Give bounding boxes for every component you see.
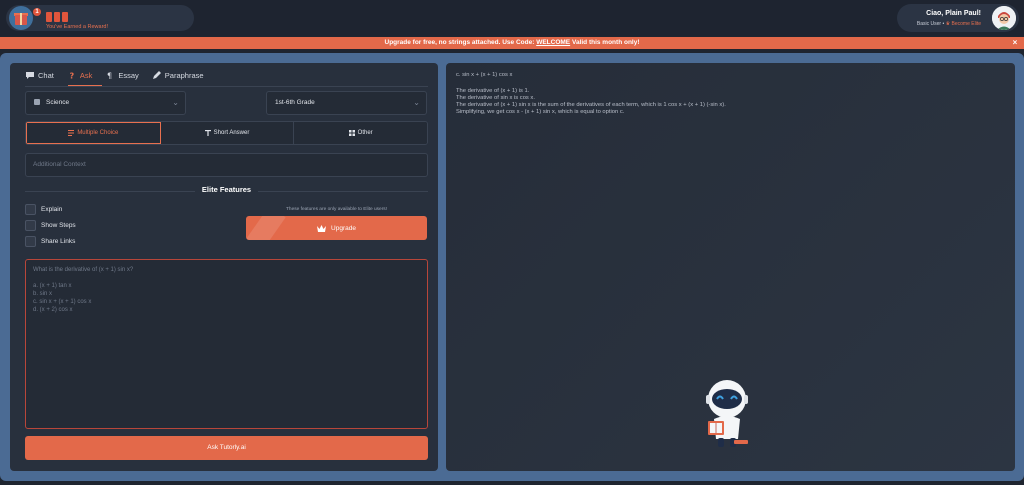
reward-message: You've Earned a Reward! [46, 24, 108, 30]
question-type-short-answer[interactable]: Short Answer [160, 122, 295, 144]
robot-mascot-icon [706, 380, 748, 447]
grid-icon [348, 130, 355, 136]
answer-line: The derivative of (x + 1) is 1. [456, 88, 530, 94]
user-plan: Basic User • ♛ Become Elite [917, 21, 981, 27]
chevron-down-icon: ⌄ [413, 98, 420, 107]
crown-icon: ♛ [945, 21, 951, 27]
answer-line: The derivative of sin x is cos x. [456, 95, 535, 101]
checkbox[interactable] [25, 203, 36, 215]
checkbox[interactable] [25, 219, 36, 231]
tab-paraphrase[interactable]: Paraphrase [152, 68, 204, 82]
plan-label: Basic User [916, 21, 942, 27]
question-icon: ? [69, 72, 74, 80]
mode-tabs: Chat ? Ask ¶ Essay Paraphrase [26, 68, 204, 82]
promo-banner: Upgrade for free, no strings attached. U… [0, 37, 1024, 49]
choice-d: d. (x + 2) cos x [33, 307, 73, 313]
user-greeting: Ciao, Plain Paul! [926, 10, 981, 17]
gift-icon [9, 6, 33, 30]
question-textarea[interactable]: What is the derivative of (x + 1) sin x?… [25, 259, 428, 429]
tab-essay[interactable]: ¶ Essay [106, 68, 138, 82]
chat-icon [26, 72, 34, 79]
pen-icon [152, 71, 161, 79]
divider [258, 191, 428, 192]
question-prompt: What is the derivative of (x + 1) sin x? [33, 267, 134, 273]
divider [25, 191, 195, 192]
option-label: Show Steps [41, 221, 76, 229]
tab-chat[interactable]: Chat [26, 68, 54, 82]
choice-c: c. sin x + (x + 1) cos x [33, 299, 92, 305]
avatar[interactable] [992, 6, 1016, 30]
crown-icon [317, 224, 327, 232]
option-explain[interactable]: Explain [25, 203, 62, 215]
subject-select[interactable]: Science ⌄ [25, 91, 186, 115]
ask-panel: Chat ? Ask ¶ Essay Paraphrase Science ⌄ … [10, 63, 438, 471]
main-frame: Chat ? Ask ¶ Essay Paraphrase Science ⌄ … [0, 53, 1024, 481]
checkbox[interactable] [25, 235, 36, 247]
upgrade-label: Upgrade [331, 224, 356, 232]
reward-progress-icon [46, 12, 68, 22]
tab-label: Ask [79, 70, 93, 80]
answer-lead: c. sin x + (x + 1) cos x [456, 72, 513, 78]
close-icon[interactable]: × [1010, 37, 1020, 49]
reward-widget[interactable]: 1 You've Earned a Reward! [6, 5, 194, 31]
elite-features-heading: Elite Features [201, 185, 252, 194]
answer-panel: c. sin x + (x + 1) cos x The derivative … [446, 63, 1015, 471]
option-share-links[interactable]: Share Links [25, 235, 75, 247]
text-icon [204, 130, 211, 136]
choice-a: a. (x + 1) tan x [33, 283, 72, 289]
additional-context-input[interactable]: Additional Context [25, 153, 428, 177]
upgrade-button[interactable]: Upgrade [246, 216, 427, 240]
tab-divider [25, 86, 428, 87]
elite-note: These features are only available to Eli… [285, 207, 388, 212]
ask-button[interactable]: Ask Tutorly.ai [25, 436, 428, 460]
banner-validity: Valid this month only! [571, 39, 640, 46]
svg-text:¶: ¶ [107, 72, 112, 80]
grade-value: 1st-6th Grade [275, 99, 315, 106]
subject-value: Science [46, 99, 70, 106]
banner-text: Upgrade for free, no strings attached. U… [384, 39, 535, 46]
answer-line: The derivative of (x + 1) sin x is the s… [456, 102, 726, 108]
tab-ask[interactable]: ? Ask [68, 68, 93, 82]
reward-count-badge: 1 [33, 8, 41, 16]
option-show-steps[interactable]: Show Steps [25, 219, 76, 231]
question-type-label: Short Answer [213, 130, 250, 136]
tab-label: Chat [38, 70, 54, 80]
plan-separator: • [942, 21, 945, 27]
svg-text:?: ? [69, 72, 74, 80]
question-type-label: Multiple Choice [77, 130, 119, 136]
tab-label: Paraphrase [164, 70, 204, 80]
top-bar: 1 You've Earned a Reward! Ciao, Plain Pa… [0, 0, 1024, 36]
become-elite-link[interactable]: Become Elite [952, 21, 981, 27]
option-label: Share Links [41, 237, 76, 245]
promo-code: WELCOME [536, 39, 571, 46]
button-sheen [246, 216, 286, 240]
option-label: Explain [41, 205, 63, 213]
question-type-multiple-choice[interactable]: Multiple Choice [26, 122, 161, 144]
list-icon [68, 130, 75, 136]
choice-b: b. sin x [33, 291, 53, 297]
grade-select[interactable]: 1st-6th Grade ⌄ [266, 91, 427, 115]
question-type-label: Other [357, 130, 373, 136]
paragraph-icon: ¶ [107, 72, 112, 80]
tab-label: Essay [118, 70, 139, 80]
user-menu[interactable]: Ciao, Plain Paul! Basic User • ♛ Become … [897, 4, 1019, 32]
chevron-down-icon: ⌄ [172, 98, 179, 107]
question-type-selector: Multiple Choice Short Answer Other [25, 121, 428, 145]
subject-icon [34, 99, 40, 105]
answer-text: c. sin x + (x + 1) cos x The derivative … [456, 72, 996, 116]
answer-line: Simplifying, we get cos x - (x + 1) sin … [456, 109, 625, 115]
question-type-other[interactable]: Other [294, 122, 427, 144]
